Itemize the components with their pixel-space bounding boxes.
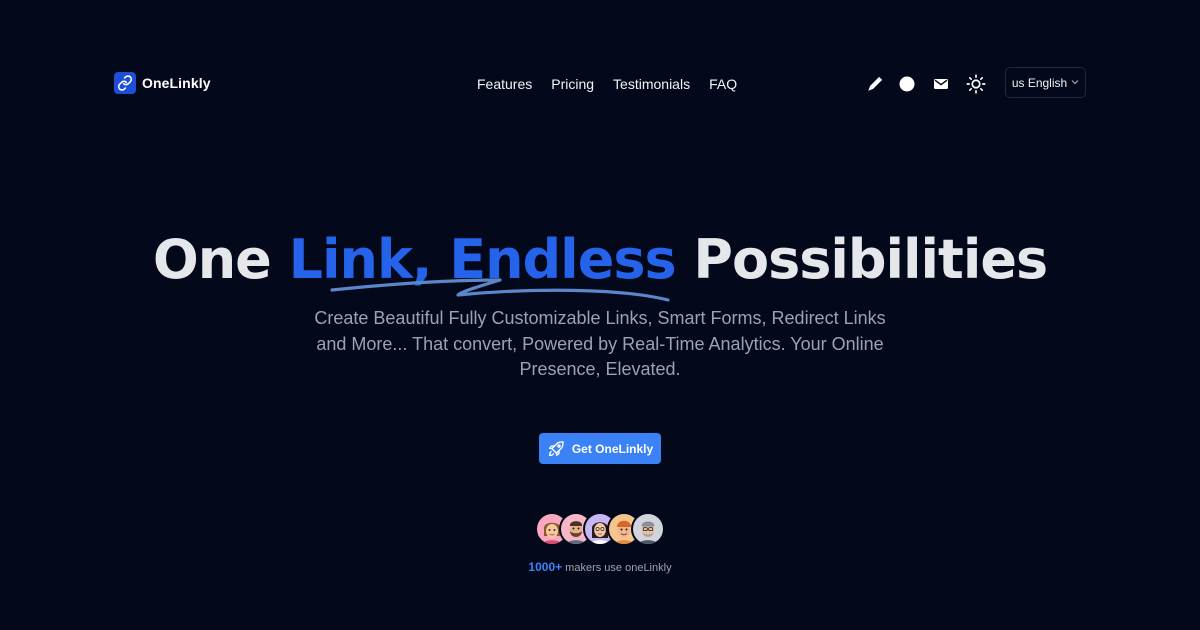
makers-text: makers use oneLinkly: [562, 562, 672, 574]
link-icon: [114, 72, 136, 94]
chevron-down-icon: [1071, 77, 1079, 87]
nav-link-pricing[interactable]: Pricing: [551, 75, 594, 93]
nav-menu: Features Pricing Testimonials FAQ: [477, 75, 737, 93]
circle-icon[interactable]: [896, 73, 918, 95]
avatar-stack: [535, 512, 665, 546]
nav-link-testimonials[interactable]: Testimonials: [613, 75, 690, 93]
sun-icon[interactable]: [965, 73, 987, 95]
hero-title-accent: Link, Endless: [288, 228, 677, 291]
hero-title: One Link, Endless Possibilities: [0, 222, 1200, 298]
hero-title-end: Possibilities: [675, 228, 1048, 291]
get-onelinkly-button[interactable]: Get OneLinkly: [539, 433, 661, 464]
hero-title-start: One: [152, 228, 289, 291]
avatar-5: [631, 512, 665, 546]
social-proof: 1000+ makers use oneLinkly: [0, 560, 1200, 574]
cta-label: Get OneLinkly: [571, 441, 654, 456]
brand-name: OneLinkly: [142, 75, 211, 91]
brand-logo-link[interactable]: OneLinkly: [114, 72, 211, 94]
pen-icon[interactable]: [864, 73, 886, 95]
language-label: us English: [1011, 75, 1068, 90]
language-select[interactable]: us English: [1005, 67, 1086, 98]
nav-link-faq[interactable]: FAQ: [709, 75, 737, 93]
nav-link-features[interactable]: Features: [477, 75, 532, 93]
mail-icon[interactable]: [930, 73, 952, 95]
makers-count: 1000+: [528, 560, 563, 574]
rocket-icon: [547, 440, 565, 458]
navbar: OneLinkly Features Pricing Testimonials …: [0, 0, 1200, 168]
hero-subtitle: Create Beautiful Fully Customizable Link…: [314, 308, 886, 379]
